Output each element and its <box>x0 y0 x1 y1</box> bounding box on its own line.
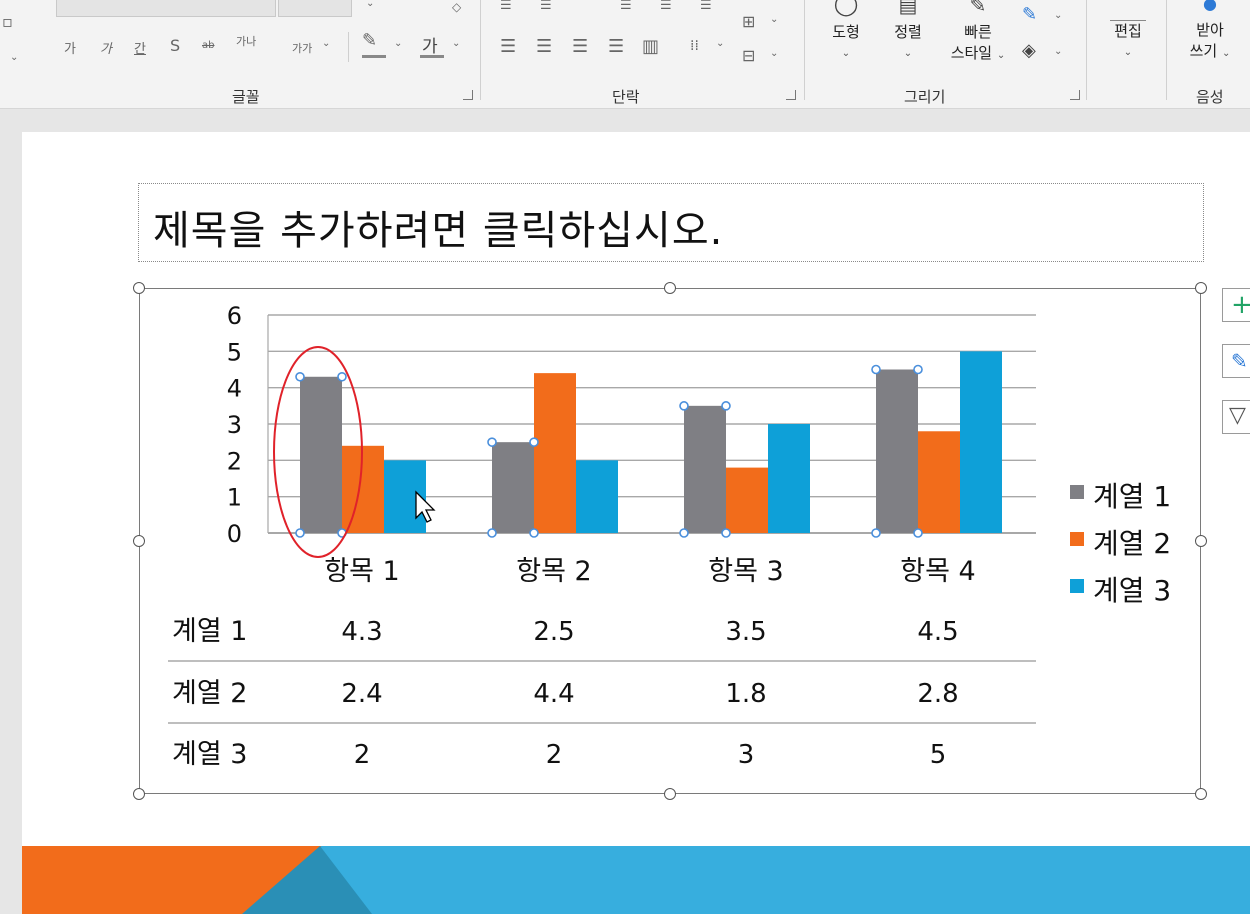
drawing-dialog-launcher[interactable] <box>1070 90 1080 100</box>
dictate-label-1: 받아 <box>1196 21 1224 39</box>
align-center-icon[interactable]: ☰ <box>536 36 552 57</box>
chevron-down-icon: ⌄ <box>903 48 913 59</box>
group-separator <box>1166 0 1167 100</box>
bullets-icon[interactable]: ☰ <box>500 0 512 13</box>
group-separator <box>1086 0 1087 100</box>
group-separator <box>804 0 805 100</box>
shape-button-label: 도형 <box>832 23 860 41</box>
ribbon: ▫ ⌄ 가 가 간 S ab 가나 가가 ⌄ ✎ ⌄ 가 ⌄ ◇ ⌄ 글꼴 ☰ … <box>0 0 1250 109</box>
quick-styles-label-2: 스타일 ⌄ <box>950 44 1006 62</box>
resize-handle-right[interactable] <box>1195 535 1207 547</box>
font-color-button[interactable]: 가 <box>422 32 438 57</box>
chevron-down-icon[interactable]: ⌄ <box>1054 46 1062 57</box>
justify-icon[interactable]: ☰ <box>608 36 624 57</box>
group-label-voice: 음성 <box>1196 88 1224 106</box>
resize-handle-bottom-right[interactable] <box>1195 788 1207 800</box>
chevron-down-icon: ⌄ <box>1123 47 1133 58</box>
chart-elements-button[interactable]: + <box>1222 288 1250 322</box>
numbering-icon[interactable]: ☰ <box>540 0 552 13</box>
chevron-down-icon[interactable]: ⌄ <box>452 38 460 49</box>
font-color-bar <box>420 55 444 58</box>
font-grow-button[interactable]: 가 <box>64 38 76 57</box>
quick-styles-label-1: 빠른 <box>964 23 992 41</box>
font-size-combo[interactable] <box>278 0 352 17</box>
edit-button[interactable]: 편집 ⌄ <box>1102 0 1154 63</box>
edit-button-label: 편집 <box>1114 22 1142 40</box>
text-direction-icon[interactable]: ⊞ <box>742 12 755 31</box>
dictate-button[interactable]: ● 받아 쓰기 ⌄ <box>1180 0 1240 64</box>
arrange-icon: ▤ <box>898 0 918 17</box>
chevron-down-icon: ⌄ <box>841 48 851 59</box>
resize-handle-top[interactable] <box>664 282 676 294</box>
paragraph-dialog-launcher[interactable] <box>786 90 796 100</box>
shape-button[interactable]: ◯ 도형 ⌄ <box>824 0 868 64</box>
resize-handle-top-right[interactable] <box>1195 282 1207 294</box>
shape-outline-icon[interactable]: ◈ <box>1022 40 1036 61</box>
align-text-icon[interactable]: ⊟ <box>742 46 755 65</box>
shape-fill-icon[interactable]: ✎ <box>1022 4 1037 25</box>
slide-footer-blue-band <box>262 846 1250 914</box>
chevron-down-icon[interactable]: ⌄ <box>322 38 330 49</box>
chevron-down-icon[interactable]: ⌄ <box>716 38 724 49</box>
chevron-down-icon[interactable]: ⌄ <box>770 48 778 59</box>
strikethrough-button[interactable]: ab <box>202 40 214 51</box>
line-spacing-icon[interactable]: ☰ <box>700 0 712 13</box>
arrange-button[interactable]: ▤ 정렬 ⌄ <box>886 0 930 64</box>
shapes-icon: ◯ <box>833 0 859 17</box>
microphone-icon: ● <box>1203 0 1217 13</box>
align-right-icon[interactable]: ☰ <box>572 36 588 57</box>
chart-styles-button[interactable]: ✎ <box>1222 344 1250 378</box>
chevron-down-icon[interactable]: ⌄ <box>394 38 402 49</box>
underline-button[interactable]: 간 <box>134 38 146 57</box>
group-label-font: 글꼴 <box>232 88 260 106</box>
edit-icon <box>1110 0 1146 21</box>
columns-icon[interactable]: ⁞⁞ <box>690 38 699 54</box>
shadow-button[interactable]: S <box>170 36 180 55</box>
dropdown-icon[interactable]: ⌄ <box>10 52 18 63</box>
chart-filters-button[interactable]: ▽ <box>1222 400 1250 434</box>
plus-icon: + <box>1231 290 1250 320</box>
font-name-combo[interactable] <box>56 0 276 17</box>
resize-handle-bottom-left[interactable] <box>133 788 145 800</box>
highlight-color-icon[interactable]: ✎ <box>362 30 377 51</box>
increase-indent-icon[interactable]: ☰ <box>660 0 672 13</box>
separator <box>348 32 349 62</box>
chevron-down-icon[interactable]: ⌄ <box>366 0 374 9</box>
quick-styles-button[interactable]: ✎ 빠른 스타일 ⌄ <box>940 0 1016 66</box>
decrease-indent-icon[interactable]: ☰ <box>620 0 632 13</box>
font-shrink-button[interactable]: 가 <box>100 38 112 57</box>
group-label-drawing: 그리기 <box>904 88 946 106</box>
align-left-icon[interactable]: ☰ <box>500 36 516 57</box>
chevron-down-icon[interactable]: ⌄ <box>770 14 778 25</box>
arrange-button-label: 정렬 <box>894 23 922 41</box>
eraser-icon[interactable]: ◇ <box>452 0 461 14</box>
resize-handle-bottom[interactable] <box>664 788 676 800</box>
resize-handle-top-left[interactable] <box>133 282 145 294</box>
font-dialog-launcher[interactable] <box>463 90 473 100</box>
highlight-color-bar <box>362 55 386 58</box>
group-separator <box>480 0 481 100</box>
title-placeholder-text: 제목을 추가하려면 클릭하십시오. <box>153 208 724 254</box>
resize-handle-left[interactable] <box>133 535 145 547</box>
distributed-icon[interactable]: ▥ <box>642 36 659 57</box>
filter-icon: ▽ <box>1229 403 1246 428</box>
char-spacing-button[interactable]: 가나 <box>236 33 256 49</box>
chart-frame[interactable] <box>139 288 1201 794</box>
clipboard-icon[interactable]: ▫ <box>2 12 13 31</box>
dictate-label-2: 쓰기 ⌄ <box>1189 42 1231 60</box>
brush-icon: ✎ <box>1231 349 1248 373</box>
chevron-down-icon[interactable]: ⌄ <box>1054 10 1062 21</box>
title-placeholder[interactable]: 제목을 추가하려면 클릭하십시오. <box>138 183 1204 262</box>
group-label-paragraph: 단락 <box>612 88 640 106</box>
quick-styles-icon: ✎ <box>969 0 987 17</box>
change-case-button[interactable]: 가가 <box>292 40 312 56</box>
